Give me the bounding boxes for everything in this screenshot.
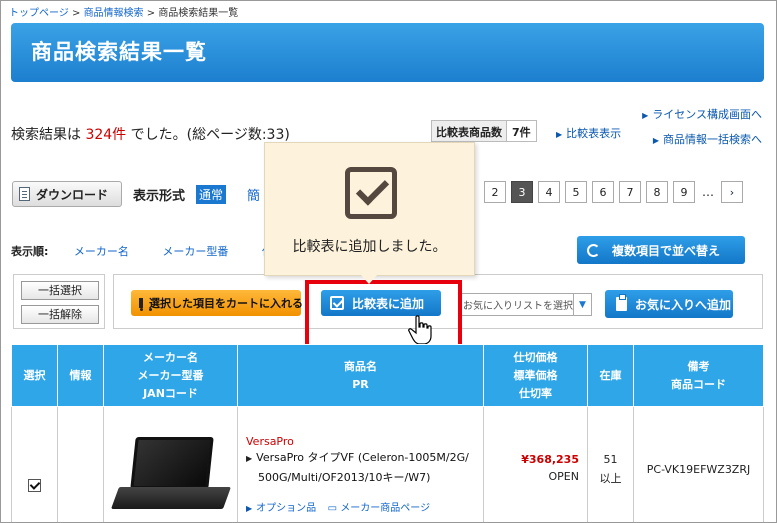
breadcrumb: トップページ > 商品情報検索 > 商品検索結果一覧 [9,8,239,19]
col-maker: メーカー名 メーカー型番 JANコード [103,344,238,407]
favorite-list-select[interactable]: お気に入りリストを選択 ▼ [458,293,592,316]
pager: 2 3 4 5 6 7 8 9 … › [484,181,743,203]
compare-counter: 比較表商品数 7件 [431,120,537,142]
note-cell: PC-VK19EFWZ3ZRJ [633,406,764,522]
cart-icon [139,298,143,311]
maker-page-link[interactable]: ▭ メーカー商品ページ [328,503,430,514]
display-format-label: 表示形式 [133,189,186,204]
table-header-row: 選択 情報 メーカー名 メーカー型番 JANコード 商品名 PR 仕切価格 標準価格 仕切… [11,344,764,407]
price-value: ¥368,235 [521,453,579,466]
list-price: OPEN [548,470,579,483]
download-button[interactable]: ダウンロード [12,181,122,207]
chevron-down-icon: ▼ [573,294,591,315]
license-link[interactable]: ▶ ライセンス構成画面へ [642,103,762,128]
row-checkbox[interactable] [28,479,41,492]
sort-maker-name[interactable]: メーカー名 [74,245,129,258]
document-icon [19,187,30,201]
select-cell [11,406,58,522]
sort-row: 表示順: メーカー名 メーカー型番 仕 [11,243,303,259]
product-image[interactable] [110,436,231,517]
triangle-icon: ▶ [652,136,659,145]
info-cell [57,406,104,522]
breadcrumb-search[interactable]: 商品情報検索 [84,8,144,19]
col-product: 商品名 PR [237,344,484,407]
product-name-line2[interactable]: 500G/Multi/OF2013/10キー/W7) [246,468,483,487]
format-simple[interactable]: 簡 [247,185,260,204]
results-table: 選択 情報 メーカー名 メーカー型番 JANコード 商品名 PR 仕切価格 標準価格 仕切… [11,344,764,522]
add-to-favorite-button[interactable]: お気に入りへ追加 [605,290,733,318]
result-count: 324件 [85,127,127,143]
added-notification-popup: 比較表に追加しました。 [264,142,475,276]
sort-maker-model[interactable]: メーカー型番 [162,245,228,258]
big-check-icon [345,167,397,219]
deselect-all-button[interactable]: 一括解除 [21,305,99,324]
product-cell: VersaPro ▶ VersaPro タイプVF (Celeron-1005M/… [237,406,484,522]
multi-sort-button[interactable]: 複数項目で並べ替え [577,236,745,264]
col-price: 仕切価格 標準価格 仕切率 [483,344,588,407]
col-info: 情報 [57,344,104,407]
col-note: 備考 商品コード [633,344,764,407]
stock-cell: 51 以上 [587,406,634,522]
title-banner: 商品検索結果一覧 [11,23,764,82]
compare-table-link[interactable]: ▶ 比較表表示 [556,125,621,141]
clipboard-icon [616,294,627,311]
page-title: 商品検索結果一覧 [31,40,207,64]
highlight-box [305,280,462,353]
product-name-link[interactable]: ▶ VersaPro タイプVF (Celeron-1005M/2G/ [246,448,483,468]
price-cell: ¥368,235 OPEN [483,406,588,522]
pointer-hand-icon [408,315,432,345]
page-9[interactable]: 9 [673,181,695,203]
page-2[interactable]: 2 [484,181,506,203]
page-7[interactable]: 7 [619,181,641,203]
selection-box: 一括選択 一括解除 [13,274,105,329]
popup-tail [361,275,377,284]
result-summary: 検索結果は 324件 でした。(総ページ数:33) [11,127,290,143]
page-5[interactable]: 5 [565,181,587,203]
popup-message: 比較表に追加しました。 [292,239,447,255]
breadcrumb-current: 商品検索結果一覧 [158,8,239,19]
select-all-button[interactable]: 一括選択 [21,281,99,300]
format-normal[interactable]: 通常 [196,185,227,204]
table-row: VersaPro ▶ VersaPro タイプVF (Celeron-1005M/… [11,406,764,522]
next-page-button[interactable]: › [721,181,743,203]
page-3-current[interactable]: 3 [511,181,533,203]
col-select: 選択 [11,344,58,407]
app-window: トップページ > 商品情報検索 > 商品検索結果一覧 商品検索結果一覧 ▶ ライセ… [0,0,777,523]
bulk-search-link[interactable]: ▶ 商品情報一括検索へ [642,128,762,153]
maker-cell [103,406,238,522]
sync-icon [587,243,600,257]
page-6[interactable]: 6 [592,181,614,203]
triangle-icon: ▶ [642,111,649,120]
page-8[interactable]: 8 [646,181,668,203]
add-to-cart-button[interactable]: 選択した項目をカートに入れる [131,290,303,316]
product-code: PC-VK19EFWZ3ZRJ [646,463,751,476]
col-stock: 在庫 [587,344,634,407]
option-link[interactable]: ▶ オプション品 [246,503,316,514]
triangle-icon: ▶ [556,130,563,139]
breadcrumb-top[interactable]: トップページ [9,8,69,19]
brand-name: VersaPro [246,435,294,448]
right-links: ▶ ライセンス構成画面へ ▶ 商品情報一括検索へ [642,103,762,153]
compare-count: 7件 [512,126,531,139]
page-4[interactable]: 4 [538,181,560,203]
pager-ellipsis: … [702,185,714,199]
